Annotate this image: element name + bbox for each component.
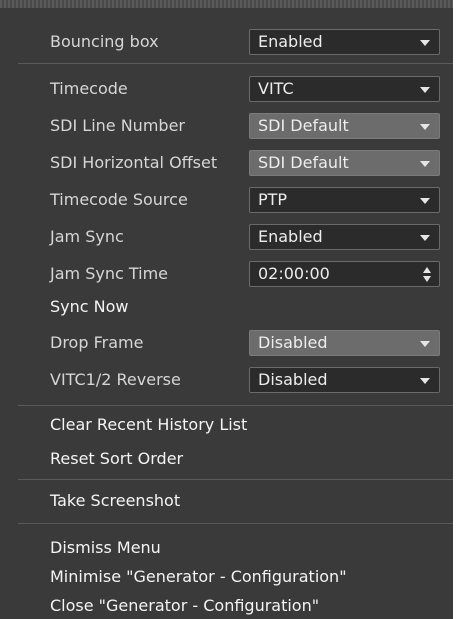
sdi-horizontal-offset-label: SDI Horizontal Offset bbox=[50, 153, 218, 172]
minimise-window-item[interactable]: Minimise "Generator - Configuration" bbox=[50, 564, 347, 590]
dismiss-menu-item[interactable]: Dismiss Menu bbox=[50, 535, 161, 561]
sdi-line-number-value: SDI Default bbox=[258, 116, 349, 135]
spinner-down-icon[interactable] bbox=[423, 276, 431, 282]
row-timecode: Timecode VITC bbox=[0, 74, 453, 104]
timecode-value: VITC bbox=[258, 79, 294, 98]
row-jam-sync-time: Jam Sync Time 02:00:00 bbox=[0, 259, 453, 289]
reset-sort-order-item[interactable]: Reset Sort Order bbox=[50, 446, 183, 472]
bouncing-box-dropdown[interactable]: Enabled bbox=[249, 29, 440, 55]
jam-sync-time-spinbox[interactable]: 02:00:00 bbox=[249, 261, 440, 287]
timecode-source-value: PTP bbox=[258, 190, 288, 209]
row-vitc-reverse: VITC1/2 Reverse Disabled bbox=[0, 365, 453, 395]
timecode-label: Timecode bbox=[50, 79, 128, 98]
row-drop-frame: Drop Frame Disabled bbox=[0, 328, 453, 358]
chevron-down-icon bbox=[420, 198, 430, 204]
take-screenshot-item[interactable]: Take Screenshot bbox=[50, 488, 180, 514]
context-menu: Bouncing box Enabled Timecode VITC SDI L… bbox=[0, 0, 453, 619]
close-window-item[interactable]: Close "Generator - Configuration" bbox=[50, 593, 319, 619]
row-sdi-line-number: SDI Line Number SDI Default bbox=[0, 111, 453, 141]
jam-sync-label: Jam Sync bbox=[50, 227, 124, 246]
divider bbox=[18, 523, 453, 524]
jam-sync-value: Enabled bbox=[258, 227, 323, 246]
jam-sync-time-value: 02:00:00 bbox=[258, 264, 330, 283]
chevron-down-icon bbox=[420, 378, 430, 384]
sdi-horizontal-offset-dropdown[interactable]: SDI Default bbox=[249, 150, 440, 176]
bouncing-box-label: Bouncing box bbox=[50, 32, 159, 51]
vitc-reverse-label: VITC1/2 Reverse bbox=[50, 370, 181, 389]
chevron-down-icon bbox=[420, 87, 430, 93]
divider bbox=[18, 405, 453, 406]
timecode-source-label: Timecode Source bbox=[50, 190, 188, 209]
row-bouncing-box: Bouncing box Enabled bbox=[0, 27, 453, 57]
drop-frame-value: Disabled bbox=[258, 333, 328, 352]
drop-frame-dropdown[interactable]: Disabled bbox=[249, 330, 440, 356]
chevron-down-icon bbox=[420, 124, 430, 130]
divider bbox=[18, 63, 453, 64]
sdi-line-number-dropdown[interactable]: SDI Default bbox=[249, 113, 440, 139]
timecode-dropdown[interactable]: VITC bbox=[249, 76, 440, 102]
jam-sync-dropdown[interactable]: Enabled bbox=[249, 224, 440, 250]
menu-top-edge bbox=[0, 0, 453, 8]
chevron-down-icon bbox=[420, 341, 430, 347]
sync-now-label: Sync Now bbox=[50, 297, 129, 316]
vitc-reverse-dropdown[interactable]: Disabled bbox=[249, 367, 440, 393]
sdi-line-number-label: SDI Line Number bbox=[50, 116, 185, 135]
vitc-reverse-value: Disabled bbox=[258, 370, 328, 389]
bouncing-box-value: Enabled bbox=[258, 32, 323, 51]
spinner-up-icon[interactable] bbox=[423, 267, 431, 273]
divider bbox=[18, 479, 453, 480]
clear-recent-history-item[interactable]: Clear Recent History List bbox=[50, 412, 247, 438]
sync-now-item[interactable]: Sync Now bbox=[0, 292, 453, 322]
timecode-source-dropdown[interactable]: PTP bbox=[249, 187, 440, 213]
row-jam-sync: Jam Sync Enabled bbox=[0, 222, 453, 252]
row-timecode-source: Timecode Source PTP bbox=[0, 185, 453, 215]
sdi-horizontal-offset-value: SDI Default bbox=[258, 153, 349, 172]
chevron-down-icon bbox=[420, 161, 430, 167]
chevron-down-icon bbox=[420, 235, 430, 241]
row-sdi-horizontal-offset: SDI Horizontal Offset SDI Default bbox=[0, 148, 453, 178]
chevron-down-icon bbox=[420, 40, 430, 46]
jam-sync-time-label: Jam Sync Time bbox=[50, 264, 168, 283]
drop-frame-label: Drop Frame bbox=[50, 333, 144, 352]
